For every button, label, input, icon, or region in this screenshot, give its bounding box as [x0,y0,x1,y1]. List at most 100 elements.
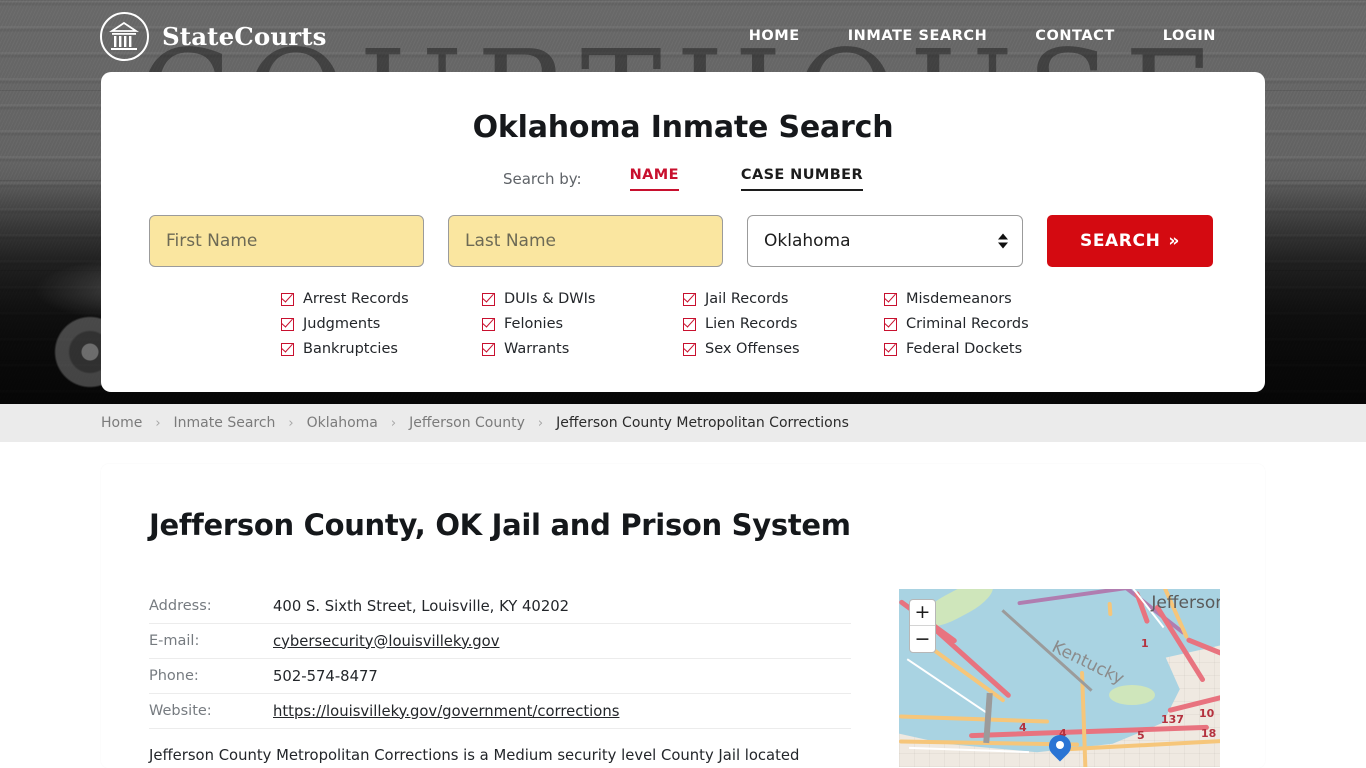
tab-name[interactable]: NAME [629,167,679,191]
record-type-label: Bankruptcies [303,341,398,357]
breadcrumb-item-inmate-search[interactable]: Inmate Search [174,415,276,431]
map-route-shield: 137 [1161,713,1184,726]
record-type-label: Misdemeanors [906,291,1012,307]
map-zoom-in-button[interactable]: + [910,600,935,626]
record-type-item[interactable]: Criminal Records [884,316,1085,332]
table-row: Website: https://louisvilleky.gov/govern… [149,694,851,729]
content-area: Jefferson County, OK Jail and Prison Sys… [0,442,1366,768]
map-route-shield: 10 [1199,707,1215,720]
detail-body: Address: 400 S. Sixth Street, Louisville… [149,589,1220,768]
record-type-item[interactable]: Arrest Records [281,291,482,307]
search-form-row: Oklahoma SEARCH » [149,215,1217,267]
table-row: E-mail: cybersecurity@louisvilleky.gov [149,624,851,659]
inmate-search-card: Oklahoma Inmate Search Search by: NAME C… [101,72,1265,392]
map-route-shield: 5 [1137,729,1145,742]
nav-item-login[interactable]: LOGIN [1163,28,1216,44]
breadcrumb-item-oklahoma[interactable]: Oklahoma [307,415,378,431]
checkbox-checked-icon[interactable] [281,292,294,306]
stepper-arrows-icon [998,233,1008,249]
breadcrumb: Home › Inmate Search › Oklahoma › Jeffer… [0,404,1366,442]
chevron-right-icon: › [288,415,294,431]
map-zoom-out-button[interactable]: − [910,626,935,652]
record-type-label: Criminal Records [906,316,1029,332]
record-type-label: Judgments [303,316,381,332]
map-route-shield: 4 [1019,721,1027,734]
record-type-list: Arrest Records DUIs & DWIs Jail Records … [149,291,1217,357]
checkbox-checked-icon[interactable] [683,292,696,306]
checkbox-checked-icon[interactable] [683,317,696,331]
search-by-row: Search by: NAME CASE NUMBER [149,167,1217,191]
info-label-email: E-mail: [149,633,200,649]
checkbox-checked-icon[interactable] [482,342,495,356]
tab-case-number[interactable]: CASE NUMBER [740,167,864,191]
breadcrumb-item-jefferson-county[interactable]: Jefferson County [409,415,525,431]
record-type-item[interactable]: Sex Offenses [683,341,884,357]
record-type-item[interactable]: Judgments [281,316,482,332]
checkbox-checked-icon[interactable] [683,342,696,356]
double-chevron-right-icon: » [1168,231,1180,251]
record-type-label: Sex Offenses [705,341,800,357]
record-type-label: DUIs & DWIs [504,291,596,307]
chevron-right-icon: › [537,415,544,431]
facility-description: Jefferson County Metropolitan Correction… [149,747,800,764]
nav-item-inmate-search[interactable]: INMATE SEARCH [848,28,988,44]
record-type-label: Arrest Records [303,291,409,307]
info-value-website: https://louisvilleky.gov/government/corr… [273,703,619,720]
checkbox-checked-icon[interactable] [482,317,495,331]
search-by-label: Search by: [502,170,582,188]
record-type-item[interactable]: Bankruptcies [281,341,482,357]
checkbox-checked-icon[interactable] [884,292,897,306]
top-bar: StateCourts HOME INMATE SEARCH CONTACT L… [0,0,1366,72]
email-link[interactable]: cybersecurity@louisvilleky.gov [273,633,500,650]
map-route-shield: 1 [1141,637,1149,650]
info-value-address: 400 S. Sixth Street, Louisville, KY 4020… [273,597,570,615]
checkbox-checked-icon[interactable] [281,317,294,331]
info-value-phone: 502-574-8477 [273,667,378,685]
checkbox-checked-icon[interactable] [884,342,897,356]
breadcrumb-item-current: Jefferson County Metropolitan Correction… [556,415,849,431]
facility-detail-card: Jefferson County, OK Jail and Prison Sys… [101,464,1265,768]
map-route-shield: 18 [1201,727,1217,740]
search-button-label: SEARCH [1079,231,1161,251]
last-name-input[interactable] [448,215,723,267]
record-type-item[interactable]: Misdemeanors [884,291,1085,307]
courthouse-circle-icon [100,11,149,61]
table-row: Address: 400 S. Sixth Street, Louisville… [149,589,851,624]
facility-info-table: Address: 400 S. Sixth Street, Louisville… [149,589,851,729]
checkbox-checked-icon[interactable] [482,292,495,306]
search-title: Oklahoma Inmate Search [472,110,894,145]
checkbox-checked-icon[interactable] [884,317,897,331]
record-type-item[interactable]: DUIs & DWIs [482,291,683,307]
first-name-input[interactable] [149,215,424,267]
search-button[interactable]: SEARCH » [1047,215,1213,267]
map-zoom-controls: + − [909,599,936,653]
breadcrumb-item-home[interactable]: Home [101,415,142,431]
record-type-label: Felonies [504,316,564,332]
checkbox-checked-icon[interactable] [281,342,294,356]
info-label-address: Address: [149,598,212,614]
location-map[interactable]: Jefferson Kentucky 1 4 4 5 137 10 18 + − [899,589,1220,767]
record-type-item[interactable]: Felonies [482,316,683,332]
main-navigation: HOME INMATE SEARCH CONTACT LOGIN [749,28,1216,44]
table-row: Phone: 502-574-8477 [149,659,851,694]
map-label-county: Jefferson [1151,593,1220,613]
record-type-item[interactable]: Lien Records [683,316,884,332]
record-type-item[interactable]: Warrants [482,341,683,357]
brand-logo[interactable]: StateCourts [100,11,327,61]
chevron-right-icon: › [155,415,161,431]
info-label-phone: Phone: [149,668,199,684]
website-link[interactable]: https://louisvilleky.gov/government/corr… [273,703,619,720]
chevron-right-icon: › [390,415,397,431]
nav-item-contact[interactable]: CONTACT [1035,28,1114,44]
info-label-website: Website: [149,703,212,719]
brand-name: StateCourts [162,21,327,51]
record-type-item[interactable]: Jail Records [683,291,884,307]
info-value-email: cybersecurity@louisvilleky.gov [273,633,500,650]
nav-item-home[interactable]: HOME [749,28,800,44]
record-type-label: Federal Dockets [906,341,1023,357]
record-type-label: Jail Records [705,291,789,307]
record-type-item[interactable]: Federal Dockets [884,341,1085,357]
record-type-label: Lien Records [705,316,798,332]
state-select[interactable]: Oklahoma [747,215,1023,267]
hero-header: COURTHOUSE StateCourts HOME INMATE SEARC… [0,0,1366,404]
